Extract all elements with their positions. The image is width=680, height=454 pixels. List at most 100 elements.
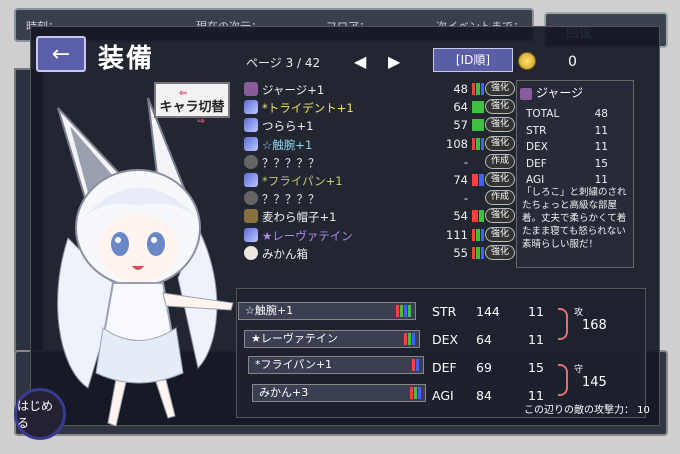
element-bar bbox=[480, 228, 484, 241]
detail-stat-label: AGI bbox=[526, 174, 545, 186]
detail-description: 「しろこ」と刺繍のされたちょっと高級な部屋着。丈夫で柔らかくて着たまま寝ても怒ら… bbox=[522, 187, 627, 250]
next-page-button[interactable]: ▶ bbox=[388, 52, 400, 71]
element-bar bbox=[414, 387, 417, 399]
detail-stat-row: DEF 15 bbox=[526, 157, 608, 170]
detail-stat-value: 11 bbox=[594, 174, 608, 186]
stat-label: DEF bbox=[432, 360, 457, 375]
detail-stat-row: DEX 11 bbox=[526, 141, 608, 153]
element-bar bbox=[472, 173, 478, 186]
enemy-attack-text: この辺りの敵の攻撃力： 10 bbox=[524, 405, 650, 416]
element-bar bbox=[416, 359, 419, 371]
equipment-row[interactable]: ★レーヴァテイン 111 強化 bbox=[240, 226, 516, 244]
start-button[interactable]: はじめる bbox=[14, 388, 66, 440]
enhance-button[interactable]: 強化 bbox=[485, 135, 515, 151]
enhance-button[interactable]: 強化 bbox=[485, 117, 515, 133]
equipped-slot[interactable]: みかん+3 bbox=[252, 384, 426, 402]
prev-page-button[interactable]: ◀ bbox=[354, 52, 366, 71]
coin-icon bbox=[518, 52, 536, 70]
attack-brace bbox=[558, 308, 568, 340]
weapon-icon bbox=[244, 118, 258, 133]
enhance-button[interactable]: 強化 bbox=[485, 226, 515, 242]
equipment-row[interactable]: ？？？？？ - 作成 bbox=[240, 189, 516, 207]
element-bars bbox=[472, 173, 484, 186]
element-bars bbox=[472, 137, 484, 150]
detail-stat-row: AGI 11 bbox=[526, 174, 608, 186]
clothing-icon bbox=[520, 87, 532, 100]
element-bar bbox=[408, 305, 411, 317]
equipment-name: みかん箱 bbox=[262, 246, 308, 261]
equipment-value: 74 bbox=[453, 172, 468, 187]
element-bar bbox=[476, 228, 480, 241]
defense-brace bbox=[558, 364, 568, 396]
stat-label: DEX bbox=[432, 332, 459, 347]
detail-stat-value: 11 bbox=[594, 141, 608, 153]
element-bar bbox=[472, 246, 476, 259]
detail-item-name: ジャージ bbox=[520, 84, 583, 101]
element-bar bbox=[404, 305, 407, 317]
equipment-row[interactable]: ？？？？？ - 作成 bbox=[240, 153, 516, 171]
equipment-row[interactable]: 麦わら帽子+1 54 強化 bbox=[240, 207, 516, 225]
create-button[interactable]: 作成 bbox=[485, 190, 515, 206]
stat-value-base: 11 bbox=[528, 332, 544, 347]
hat-icon bbox=[244, 209, 258, 224]
detail-item-name-text: ジャージ bbox=[536, 86, 584, 100]
element-bar bbox=[472, 101, 484, 114]
equipment-row[interactable]: ジャージ+1 48 強化 bbox=[240, 80, 516, 98]
enhance-button[interactable]: 強化 bbox=[485, 81, 515, 96]
empty-slot-icon bbox=[244, 154, 258, 169]
equipment-name: ジャージ+1 bbox=[262, 83, 325, 97]
equipment-value: - bbox=[463, 154, 468, 169]
clothing-icon bbox=[244, 82, 258, 96]
enhance-button[interactable]: 強化 bbox=[485, 99, 515, 115]
equipment-row[interactable]: みかん箱 55 強化 bbox=[240, 244, 516, 262]
stat-value-base: 11 bbox=[528, 304, 544, 319]
enhance-button[interactable]: 強化 bbox=[485, 208, 515, 224]
equipment-row[interactable]: *トライデント+1 64 強化 bbox=[240, 98, 516, 116]
create-button[interactable]: 作成 bbox=[485, 153, 515, 169]
element-bars bbox=[472, 101, 484, 114]
element-bar bbox=[472, 83, 476, 95]
back-arrow-icon: ← bbox=[51, 41, 71, 67]
equipment-name: *フライパン+1 bbox=[262, 173, 343, 188]
detail-stat-label: DEX bbox=[526, 141, 548, 153]
back-button[interactable]: ← bbox=[36, 36, 86, 72]
element-bar bbox=[480, 246, 484, 259]
enhance-button[interactable]: 強化 bbox=[485, 244, 515, 260]
equipped-slot[interactable]: ★レーヴァテイン bbox=[244, 330, 420, 348]
detail-stat-label: DEF bbox=[526, 157, 547, 170]
element-bar bbox=[478, 173, 484, 186]
equipment-name: *トライデント+1 bbox=[262, 101, 354, 116]
detail-stat-value: 11 bbox=[594, 124, 608, 137]
stat-value-total: 84 bbox=[476, 388, 492, 403]
equipment-value: 54 bbox=[453, 209, 468, 224]
enhance-button[interactable]: 強化 bbox=[485, 171, 515, 187]
detail-stat-label: TOTAL bbox=[526, 108, 560, 120]
equipment-value: 55 bbox=[453, 245, 468, 260]
game-screen: 時刻： 現在の次元： フロア： 次イベントまで： 回復 ← 装備 bbox=[0, 0, 680, 454]
equipped-slot-name: ★レーヴァテイン bbox=[251, 332, 338, 345]
element-bars bbox=[472, 156, 484, 168]
element-bars bbox=[472, 119, 484, 132]
equipment-value: 57 bbox=[453, 118, 468, 133]
equipped-slot[interactable]: *フライパン+1 bbox=[248, 356, 424, 374]
stat-value-total: 144 bbox=[476, 304, 500, 319]
page-title: 装備 bbox=[98, 44, 155, 74]
element-bar bbox=[480, 137, 484, 150]
character-switch-button[interactable]: ⇐ キャラ切替 ⇒ bbox=[154, 82, 230, 127]
equipment-value: 64 bbox=[453, 100, 468, 115]
switch-arrows-icon: ⇐ bbox=[179, 88, 205, 99]
element-bar bbox=[476, 83, 480, 95]
box-icon bbox=[244, 245, 258, 260]
stat-value-total: 64 bbox=[476, 332, 492, 347]
equipment-row[interactable]: *フライパン+1 74 強化 bbox=[240, 171, 516, 189]
equipment-name: ☆触腕+1 bbox=[262, 137, 313, 152]
equipped-slot[interactable]: ☆触腕+1 bbox=[238, 302, 416, 320]
equipment-row[interactable]: ☆触腕+1 108 強化 bbox=[240, 135, 516, 153]
element-bars bbox=[412, 359, 419, 371]
equipment-row[interactable]: つらら+1 57 強化 bbox=[240, 116, 516, 134]
sort-button[interactable]: [ID順] bbox=[433, 48, 513, 72]
equipment-name: ★レーヴァテイン bbox=[262, 228, 353, 243]
element-bar bbox=[476, 246, 480, 259]
equipment-value: 108 bbox=[446, 136, 468, 151]
element-bars bbox=[472, 210, 484, 223]
